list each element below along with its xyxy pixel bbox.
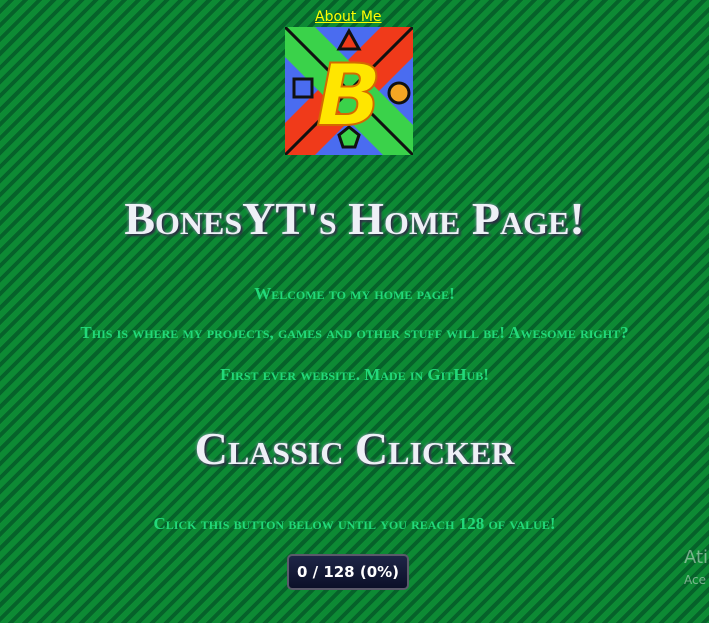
page-title: BonesYT's Home Page! [124, 193, 585, 244]
about-me-link[interactable]: About Me [315, 9, 382, 25]
clicker-instruction: Click this button below until you reach … [153, 514, 556, 533]
intro-line-first-website: First ever website. Made in GitHub! [220, 365, 489, 384]
bones-logo-image: B [283, 25, 415, 157]
clicker-title: Classic Clicker [194, 423, 515, 474]
intro-line-welcome: Welcome to my home page! [254, 284, 455, 303]
watermark-line-2: Ace [684, 573, 706, 587]
watermark-line-1: Ati [684, 547, 709, 568]
intro-line-projects: This is where my projects, games and oth… [80, 323, 629, 342]
clicker-button[interactable]: 0 / 128 (0%) [287, 554, 409, 590]
activate-windows-watermark: Ati Ace [684, 547, 709, 587]
logo-letter: B [316, 46, 382, 146]
